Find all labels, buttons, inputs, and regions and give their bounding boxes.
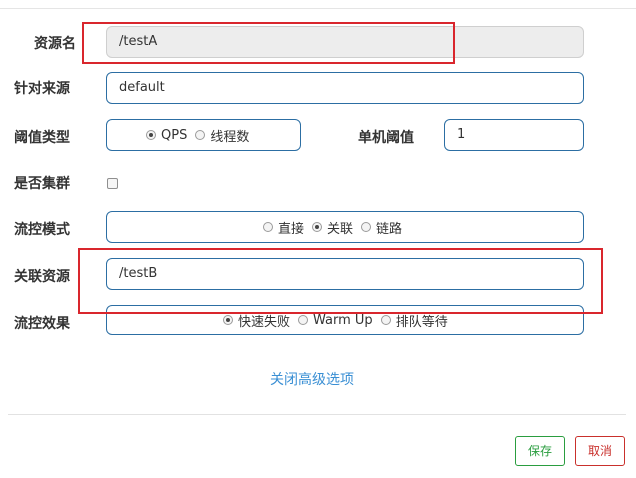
limit-app-input[interactable]: default	[106, 72, 584, 104]
flow-mode-option-chain[interactable]: 链路	[361, 218, 402, 237]
single-threshold-label: 单机阈值	[358, 130, 414, 146]
radio-unchecked-icon[interactable]	[361, 222, 372, 232]
threshold-type-label: 阈值类型	[14, 130, 70, 146]
threshold-type-option-label: 线程数	[210, 129, 250, 145]
threshold-type-radio-group: QPS 线程数	[106, 119, 301, 151]
save-button[interactable]: 保存	[515, 436, 565, 466]
flow-effect-label: 流控效果	[14, 316, 70, 332]
flow-mode-option-label: 链路	[376, 221, 403, 237]
cancel-button[interactable]: 取消	[575, 436, 625, 466]
radio-checked-icon[interactable]	[223, 315, 233, 325]
radio-unchecked-icon[interactable]	[298, 315, 309, 325]
radio-unchecked-icon[interactable]	[263, 222, 273, 232]
highlight-box-resource-name	[82, 22, 455, 64]
flow-mode-option-relate[interactable]: 关联	[312, 218, 353, 237]
highlight-box-ref-resource	[78, 248, 603, 314]
flow-effect-option-label: Warm Up	[313, 312, 373, 328]
threshold-type-option-qps[interactable]: QPS	[146, 128, 187, 143]
flow-mode-option-direct[interactable]: 直接	[263, 218, 304, 237]
threshold-type-option-label: QPS	[161, 127, 188, 143]
flow-mode-option-label: 关联	[327, 221, 354, 237]
radio-checked-icon[interactable]	[146, 130, 156, 140]
resource-name-label: 资源名	[34, 36, 76, 52]
flow-effect-option-warm-up[interactable]: Warm Up	[298, 313, 373, 328]
advanced-options-toggle-link[interactable]: 关闭高级选项	[270, 369, 354, 389]
limit-app-label: 针对来源	[14, 81, 70, 97]
radio-checked-icon[interactable]	[312, 222, 323, 232]
flow-mode-radio-group: 直接 关联 链路	[106, 211, 584, 243]
radio-unchecked-icon[interactable]	[195, 130, 206, 140]
ref-resource-label: 关联资源	[14, 269, 70, 285]
radio-unchecked-icon[interactable]	[380, 315, 391, 325]
flow-mode-label: 流控模式	[14, 222, 70, 238]
footer-divider	[8, 414, 626, 415]
cluster-mode-label: 是否集群	[14, 176, 70, 192]
flow-mode-option-label: 直接	[278, 221, 305, 237]
cluster-mode-checkbox[interactable]	[107, 178, 118, 189]
dialog-top-border	[0, 0, 636, 9]
single-threshold-input[interactable]: 1	[444, 119, 584, 151]
threshold-type-option-threads[interactable]: 线程数	[195, 126, 249, 145]
